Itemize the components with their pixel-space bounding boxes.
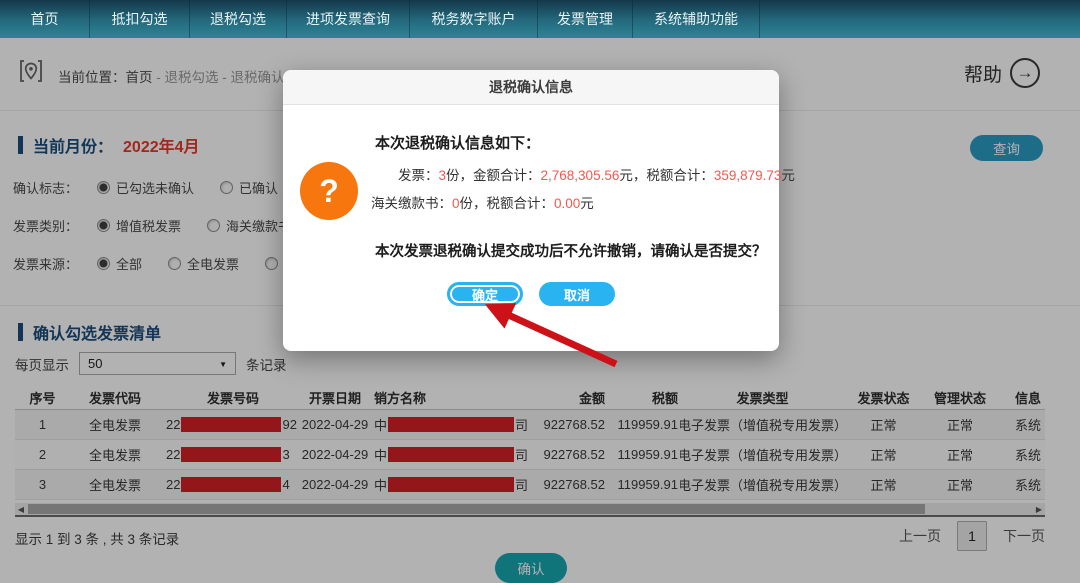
dialog-warning: 本次发票退税确认提交成功后不允许撤销，请确认是否提交？ xyxy=(375,240,767,261)
text-segment: 份，税额合计： xyxy=(460,196,555,211)
dialog-buttons: 确定 取消 xyxy=(283,282,779,306)
customs-count: 0 xyxy=(452,196,460,211)
top-navbar: 首页 抵扣勾选 退税勾选 进项发票查询 税务数字账户 发票管理 系统辅助功能 xyxy=(0,0,1080,38)
text-segment: 份，金额合计： xyxy=(446,168,541,183)
nav-item-tax-digital-account[interactable]: 税务数字账户 xyxy=(410,0,538,38)
invoice-summary-line: 发票：3份，金额合计：2,768,305.56元，税额合计：359,879.73… xyxy=(371,162,795,190)
text-segment: 元 xyxy=(781,168,795,183)
amount-total: 2,768,305.56 xyxy=(541,168,620,183)
nav-item-home[interactable]: 首页 xyxy=(0,0,90,38)
ok-button[interactable]: 确定 xyxy=(447,282,523,306)
refund-confirm-dialog: 退税确认信息 本次退税确认信息如下： ? 发票：3份，金额合计：2,768,30… xyxy=(283,70,779,351)
invoice-count: 3 xyxy=(439,168,447,183)
nav-item-invoice-management[interactable]: 发票管理 xyxy=(538,0,633,38)
dialog-intro: 本次退税确认信息如下： xyxy=(375,132,540,153)
nav-item-input-invoice-query[interactable]: 进项发票查询 xyxy=(287,0,410,38)
nav-item-deduction-check[interactable]: 抵扣勾选 xyxy=(90,0,190,38)
customs-summary-line: 海关缴款书：0份，税额合计：0.00元 xyxy=(371,190,795,218)
cancel-button[interactable]: 取消 xyxy=(539,282,615,306)
dialog-title: 退税确认信息 xyxy=(283,70,779,105)
text-segment: 元 xyxy=(580,196,594,211)
nav-item-system-aux[interactable]: 系统辅助功能 xyxy=(633,0,760,38)
text-segment: 发票： xyxy=(398,168,439,183)
question-mark-icon: ? xyxy=(300,162,358,220)
dialog-summary-lines: 发票：3份，金额合计：2,768,305.56元，税额合计：359,879.73… xyxy=(371,162,795,218)
text-segment: 元，税额合计： xyxy=(619,168,714,183)
text-segment: 海关缴款书： xyxy=(371,196,452,211)
nav-item-tax-refund-check[interactable]: 退税勾选 xyxy=(190,0,287,38)
customs-tax-total: 0.00 xyxy=(554,196,580,211)
app-window: 首页 抵扣勾选 退税勾选 进项发票查询 税务数字账户 发票管理 系统辅助功能 当… xyxy=(0,0,1080,583)
tax-total: 359,879.73 xyxy=(714,168,782,183)
